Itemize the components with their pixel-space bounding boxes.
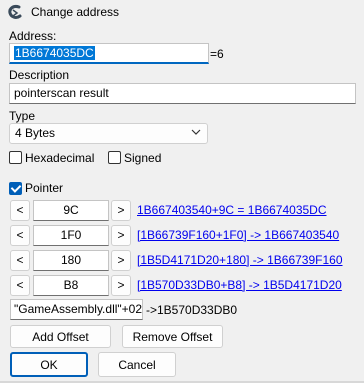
title-bar[interactable]: Change address <box>0 0 364 24</box>
description-value: pointerscan result <box>14 86 109 100</box>
remove-offset-button[interactable]: Remove Offset <box>122 325 223 348</box>
offset-decrement-button[interactable]: < <box>10 250 30 271</box>
base-address-result: ->1B570D33DB0 <box>146 303 238 317</box>
address-value: 1B6674035DC <box>14 46 95 60</box>
offset-input[interactable]: B8 <box>33 275 109 296</box>
pointer-label: Pointer <box>25 181 64 195</box>
offset-increment-button[interactable]: > <box>111 200 131 221</box>
offset-decrement-button[interactable]: < <box>10 225 30 246</box>
signed-label: Signed <box>124 151 162 165</box>
signed-checkbox[interactable] <box>108 151 121 164</box>
offset-decrement-button[interactable]: < <box>10 200 30 221</box>
type-label: Type <box>9 109 36 123</box>
address-label: Address: <box>9 29 57 43</box>
cheat-engine-icon <box>8 5 22 19</box>
hexadecimal-label: Hexadecimal <box>25 151 95 165</box>
offset-result-link[interactable]: [1B570D33DB0+B8] -> 1B5D4171D20 <box>137 278 342 292</box>
offset-input[interactable]: 180 <box>33 250 109 271</box>
window-title: Change address <box>31 5 120 19</box>
hexadecimal-checkbox[interactable] <box>9 151 22 164</box>
offset-result-link[interactable]: [1B66739F160+1F0] -> 1B667403540 <box>137 228 339 242</box>
ok-button[interactable]: OK <box>10 352 88 377</box>
chevron-down-icon <box>191 129 201 135</box>
description-label: Description <box>9 68 70 82</box>
cancel-button[interactable]: Cancel <box>98 352 176 377</box>
offset-input[interactable]: 1F0 <box>33 225 109 246</box>
base-address-value: "GameAssembly.dll"+02 <box>14 302 143 316</box>
offset-input[interactable]: 9C <box>33 200 109 221</box>
offset-increment-button[interactable]: > <box>111 225 131 246</box>
offset-increment-button[interactable]: > <box>111 250 131 271</box>
offset-increment-button[interactable]: > <box>111 275 131 296</box>
offset-result-link[interactable]: 1B667403540+9C = 1B6674035DC <box>137 203 327 217</box>
add-offset-button[interactable]: Add Offset <box>10 325 111 348</box>
pointer-checkbox[interactable] <box>9 182 22 195</box>
description-input[interactable]: pointerscan result <box>9 83 356 104</box>
address-input[interactable]: 1B6674035DC <box>9 43 209 64</box>
base-address-input[interactable]: "GameAssembly.dll"+02 <box>10 299 143 320</box>
offset-result-link[interactable]: [1B5D4171D20+180] -> 1B66739F160 <box>137 253 343 267</box>
type-selected-value: 4 Bytes <box>15 126 56 140</box>
offset-decrement-button[interactable]: < <box>10 275 30 296</box>
address-resolved-value: =6 <box>210 47 224 61</box>
type-select[interactable]: 4 Bytes <box>9 123 208 144</box>
